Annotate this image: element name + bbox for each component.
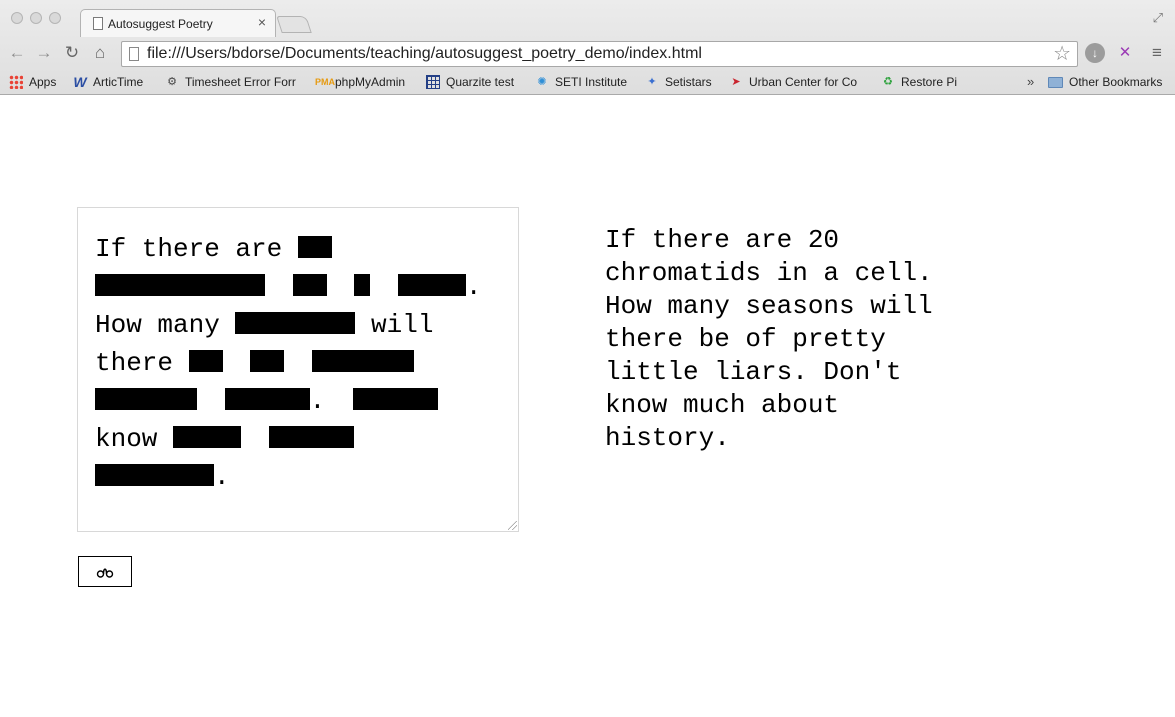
glasses-icon (96, 567, 114, 578)
forward-icon[interactable]: → (33, 42, 55, 64)
masked-line: . (95, 382, 501, 420)
browser-tab[interactable]: Autosuggest Poetry × (80, 9, 276, 37)
period: . (309, 386, 326, 416)
minimize-window-button[interactable] (30, 12, 42, 24)
zoom-window-button[interactable] (49, 12, 61, 24)
poem-words: know (95, 424, 158, 454)
bookmark-label: ArticTime (93, 75, 144, 89)
masked-poem-textarea[interactable]: If there are . How many will there . kno… (77, 207, 519, 532)
redaction-block (354, 274, 371, 296)
bookmark-label: Other Bookmarks (1069, 75, 1163, 89)
back-icon[interactable]: ← (6, 42, 28, 64)
toolbar: ← → ↻ ⌂ file:///Users/bdorse/Documents/t… (0, 38, 1175, 70)
redaction-block (292, 274, 327, 296)
menu-icon[interactable]: ≡ (1147, 43, 1167, 63)
period: . (465, 272, 482, 302)
masked-line: . (95, 458, 501, 496)
bookmark-timesheet[interactable]: ⚙ Timesheet Error Forr (165, 74, 299, 90)
recycle-icon: ♻ (883, 76, 893, 88)
reveal-button[interactable] (78, 556, 132, 587)
bookmark-label: Restore Pi (901, 75, 958, 89)
redaction-block (95, 464, 214, 486)
redaction-block (95, 388, 197, 410)
bookmark-quarzite[interactable]: Quarzite test (426, 74, 514, 90)
bookmark-label: Quarzite test (446, 75, 515, 89)
flag-icon: ➤ (731, 76, 741, 88)
redaction-block (297, 236, 332, 258)
masked-line: know (95, 420, 501, 458)
download-extension-icon[interactable]: ↓ (1085, 43, 1105, 63)
redaction-block (268, 426, 354, 448)
redaction-block (352, 388, 438, 410)
star-person-icon: ✦ (647, 76, 657, 88)
folder-icon (1048, 76, 1063, 88)
redaction-block (173, 426, 242, 448)
bookmarks-overflow-chevron[interactable]: » (1027, 74, 1034, 89)
tab-title: Autosuggest Poetry (108, 17, 213, 31)
extension-icon[interactable]: ✕ (1115, 43, 1135, 63)
bookmark-label: Apps (29, 75, 57, 89)
bookmarks-bar: Apps W ArticTime ⚙ Timesheet Error Forr … (0, 70, 1175, 94)
browser-chrome: Autosuggest Poetry × ⤢ ← → ↻ ⌂ file:///U… (0, 0, 1175, 95)
phpmyadmin-icon: PMA (315, 77, 335, 87)
masked-line: If there are (95, 230, 501, 268)
bookmark-label: Timesheet Error Forr (185, 75, 296, 89)
redaction-block (235, 312, 356, 334)
masked-line: . (95, 268, 501, 306)
redaction-block (397, 274, 466, 296)
bookmark-phpmyadmin[interactable]: PMA phpMyAdmin (315, 74, 405, 90)
bookmark-setistars[interactable]: ✦ Setistars (645, 74, 712, 90)
resize-grip-icon[interactable] (508, 521, 517, 530)
close-window-button[interactable] (11, 12, 23, 24)
redaction-block (188, 350, 223, 372)
period: . (214, 462, 230, 492)
masked-line: How many will (95, 306, 501, 344)
bookmark-star-icon[interactable]: ☆ (1053, 43, 1071, 65)
bookmark-label: Setistars (665, 75, 712, 89)
bookmark-seti[interactable]: ✺ SETI Institute (535, 74, 627, 90)
bookmark-urban-center[interactable]: ➤ Urban Center for Co (729, 74, 863, 90)
bookmark-other-folder[interactable]: Other Bookmarks (1048, 74, 1162, 90)
page-icon (129, 47, 139, 61)
window-controls (11, 12, 61, 24)
home-icon[interactable]: ⌂ (89, 42, 111, 64)
redaction-block (224, 388, 310, 410)
revealed-poem-text: If there are 20 chromatids in a cell. Ho… (605, 225, 933, 453)
url-text[interactable]: file:///Users/bdorse/Documents/teaching/… (147, 45, 702, 63)
bookmark-restore-pi[interactable]: ♻ Restore Pi (881, 74, 957, 90)
gear-icon: ⚙ (167, 76, 177, 88)
new-tab-button[interactable] (276, 16, 312, 33)
apps-grid-icon (9, 75, 23, 89)
reload-icon[interactable]: ↻ (61, 42, 83, 64)
redaction-block (250, 350, 285, 372)
masked-line: there (95, 344, 501, 382)
bookmark-label: phpMyAdmin (335, 75, 406, 89)
redaction-block (95, 274, 265, 296)
grid-icon (426, 75, 440, 89)
bookmark-label: SETI Institute (555, 75, 628, 89)
seti-icon: ✺ (537, 76, 547, 88)
w-logo-icon: W (73, 74, 87, 90)
bookmark-artictime[interactable]: W ArticTime (73, 74, 143, 90)
poem-words: there (95, 348, 174, 378)
bookmark-apps[interactable]: Apps (9, 74, 56, 90)
poem-words: If there are (95, 234, 283, 264)
bookmark-label: Urban Center for Co (749, 75, 858, 89)
document-icon (93, 17, 103, 30)
poem-words: How many (95, 310, 220, 340)
tab-close-button[interactable]: × (258, 14, 266, 30)
fullscreen-icon[interactable]: ⤢ (1153, 10, 1163, 26)
redaction-block (311, 350, 414, 372)
address-bar[interactable]: file:///Users/bdorse/Documents/teaching/… (121, 41, 1078, 67)
poem-words: will (371, 310, 434, 340)
